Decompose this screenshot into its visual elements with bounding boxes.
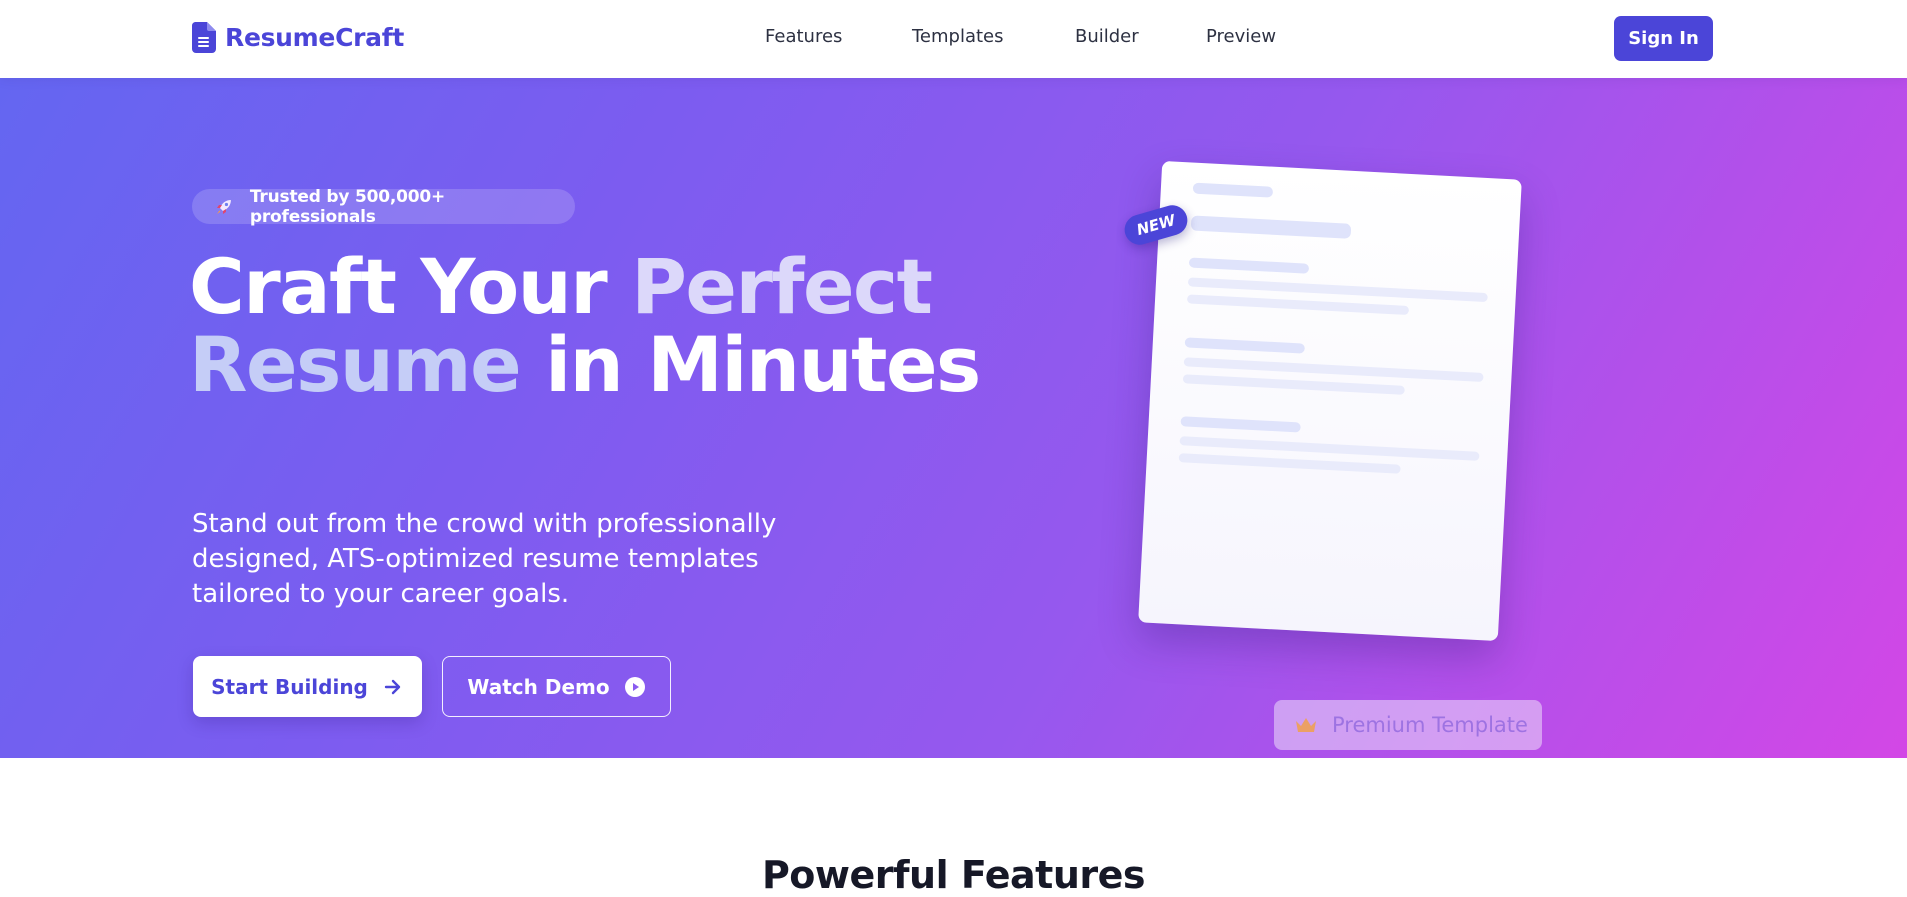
sign-in-button[interactable]: Sign In <box>1614 16 1713 61</box>
nav-link-templates[interactable]: Templates <box>912 26 1004 47</box>
top-navbar: ResumeCraft Features Templates Builder P… <box>0 0 1907 78</box>
nav-link-features[interactable]: Features <box>765 26 842 47</box>
nav-link-builder[interactable]: Builder <box>1075 26 1139 47</box>
hero-section: Trusted by 500,000+ professionals Craft … <box>0 78 1907 758</box>
resume-line <box>1178 453 1401 474</box>
resume-line <box>1180 416 1301 433</box>
resume-line <box>1188 257 1310 274</box>
watch-demo-label: Watch Demo <box>467 674 610 699</box>
rocket-icon <box>216 199 231 214</box>
play-circle-icon <box>624 676 645 697</box>
resume-line <box>1192 182 1274 198</box>
headline-part: Craft Your <box>189 242 632 331</box>
resume-line <box>1190 215 1352 239</box>
brand-name: ResumeCraft <box>225 23 404 52</box>
resume-line <box>1184 337 1305 354</box>
features-heading: Powerful Features <box>761 853 1146 897</box>
crown-icon <box>1296 718 1316 732</box>
headline-part: in Minutes <box>520 320 981 409</box>
nav-link-preview[interactable]: Preview <box>1206 26 1276 47</box>
headline-highlight: Perfect <box>631 242 933 331</box>
hero-headline: Craft Your Perfect Resume in Minutes <box>189 248 981 404</box>
resume-line <box>1186 294 1410 315</box>
start-building-button[interactable]: Start Building <box>193 656 422 717</box>
document-icon <box>192 22 216 53</box>
trust-badge-text: Trusted by 500,000+ professionals <box>249 186 446 227</box>
trust-badge: Trusted by 500,000+ professionals <box>192 186 575 227</box>
brand-logo[interactable]: ResumeCraft <box>192 22 404 53</box>
headline-highlight: Resume <box>189 320 522 409</box>
premium-template-badge: Premium Template <box>1274 700 1542 750</box>
arrow-right-icon <box>384 679 401 694</box>
resume-line <box>1182 374 1405 395</box>
premium-template-label: Premium Template <box>1332 713 1528 737</box>
watch-demo-button[interactable]: Watch Demo <box>442 656 671 717</box>
hero-subtext: Stand out from the crowd with profession… <box>192 509 777 609</box>
start-building-label: Start Building <box>211 674 368 699</box>
resume-preview-mockup <box>1138 160 1522 642</box>
